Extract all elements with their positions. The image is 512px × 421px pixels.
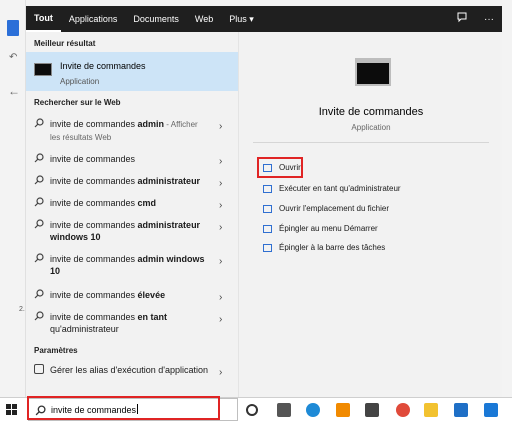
- best-match-title: Invite de commandes: [60, 61, 146, 71]
- highlight-box: [27, 396, 220, 420]
- web-item-text: invite de commandes: [50, 220, 138, 230]
- tab-web[interactable]: Web: [187, 6, 221, 32]
- web-item-text: invite de commandes: [50, 119, 138, 129]
- best-match-item[interactable]: Invite de commandes Application: [26, 52, 238, 91]
- settings-header: Paramètres: [34, 346, 78, 355]
- action-label: Épingler à la barre des tâches: [279, 243, 386, 252]
- chevron-right-icon[interactable]: ›: [219, 200, 222, 211]
- search-icon: [34, 175, 44, 185]
- cortana-icon[interactable]: [246, 404, 258, 416]
- tab-more-label: Plus: [229, 14, 247, 24]
- settings-list-icon: [34, 364, 44, 374]
- more-icon[interactable]: ···: [484, 14, 494, 25]
- folder-icon: [263, 205, 272, 213]
- tab-more[interactable]: Plus ▾: [221, 6, 262, 32]
- action-run-as-admin[interactable]: Exécuter en tant qu'administrateur: [263, 182, 483, 196]
- web-item-text: invite de commandes: [50, 176, 138, 186]
- action-label: Épingler au menu Démarrer: [279, 224, 378, 233]
- best-match-subtitle: Application: [60, 77, 100, 86]
- chevron-right-icon[interactable]: ›: [219, 314, 222, 325]
- search-icon: [34, 118, 44, 128]
- start-search-menu: Tout Applications Documents Web Plus ▾ ·…: [26, 0, 502, 397]
- detail-pane: Invite de commandes Application Ouvrir E…: [238, 32, 502, 397]
- best-match-header: Meilleur résultat: [34, 39, 96, 48]
- search-scope-tabs: Tout Applications Documents Web Plus ▾ ·…: [26, 6, 502, 32]
- chevron-right-icon[interactable]: ›: [219, 222, 222, 233]
- web-item-text: invite de commandes: [50, 290, 138, 300]
- search-icon: [34, 289, 44, 299]
- mail-icon[interactable]: [484, 403, 498, 417]
- store-icon[interactable]: [365, 403, 379, 417]
- highlight-box: [257, 157, 303, 178]
- web-item-bold: en tant: [137, 312, 168, 322]
- tab-applications[interactable]: Applications: [61, 6, 126, 32]
- document-icon: [7, 20, 19, 36]
- chevron-down-icon: ▾: [249, 14, 254, 24]
- back-arrow-icon: ←: [8, 84, 20, 98]
- web-item-bold: élevée: [137, 290, 166, 300]
- pin-icon: [263, 225, 272, 233]
- vscode-icon[interactable]: [454, 403, 468, 417]
- pin-icon: [263, 244, 272, 252]
- edge-icon[interactable]: [306, 403, 320, 417]
- action-pin-start[interactable]: Épingler au menu Démarrer: [263, 222, 483, 236]
- web-item-bold: cmd: [137, 198, 157, 208]
- feedback-icon[interactable]: [456, 12, 468, 27]
- vlc-icon[interactable]: [336, 403, 350, 417]
- action-pin-taskbar[interactable]: Épingler à la barre des tâches: [263, 241, 483, 255]
- tab-documents[interactable]: Documents: [125, 6, 187, 32]
- chevron-right-icon[interactable]: ›: [219, 156, 222, 167]
- chevron-right-icon[interactable]: ›: [219, 178, 222, 189]
- results-list: Meilleur résultat Invite de commandes Ap…: [26, 32, 238, 397]
- action-label: Exécuter en tant qu'administrateur: [279, 184, 401, 193]
- web-item-suffix: qu'administrateur: [50, 324, 119, 334]
- action-label: Ouvrir l'emplacement du fichier: [279, 204, 390, 213]
- chevron-right-icon[interactable]: ›: [219, 121, 222, 132]
- chevron-right-icon[interactable]: ›: [219, 256, 222, 267]
- windows-start-icon[interactable]: [6, 404, 18, 416]
- chevron-right-icon[interactable]: ›: [219, 367, 222, 378]
- search-icon: [34, 153, 44, 163]
- web-search-header: Rechercher sur le Web: [34, 98, 121, 107]
- detail-title: Invite de commandes: [318, 106, 424, 118]
- search-icon: [34, 311, 44, 321]
- command-prompt-icon: [34, 63, 52, 76]
- task-view-icon[interactable]: [277, 403, 291, 417]
- search-icon: [34, 253, 44, 263]
- action-open-file-location[interactable]: Ouvrir l'emplacement du fichier: [263, 202, 483, 216]
- detail-subtitle: Application: [351, 123, 391, 132]
- web-item-text: invite de commandes: [50, 254, 138, 264]
- file-explorer-icon[interactable]: [424, 403, 438, 417]
- shield-icon: [263, 185, 272, 193]
- web-item-text: invite de commandes: [50, 154, 136, 164]
- search-icon: [34, 197, 44, 207]
- web-item-text: invite de commandes: [50, 198, 138, 208]
- web-item-bold: admin: [137, 119, 165, 129]
- background-text: 2.: [19, 306, 25, 313]
- tab-all[interactable]: Tout: [26, 6, 61, 32]
- web-item-text: invite de commandes: [50, 312, 138, 322]
- chrome-icon[interactable]: [396, 403, 410, 417]
- settings-item-label: Gérer les alias d'exécution d'applicatio…: [50, 365, 209, 375]
- web-item-bold: administrateur: [137, 176, 201, 186]
- command-prompt-large-icon: [355, 58, 391, 86]
- divider: [253, 142, 489, 143]
- undo-icon: ↶: [9, 52, 18, 63]
- chevron-right-icon[interactable]: ›: [219, 292, 222, 303]
- search-icon: [34, 219, 44, 229]
- background-app: ↶ ← 2.: [0, 0, 26, 397]
- background-right-edge: [502, 0, 512, 397]
